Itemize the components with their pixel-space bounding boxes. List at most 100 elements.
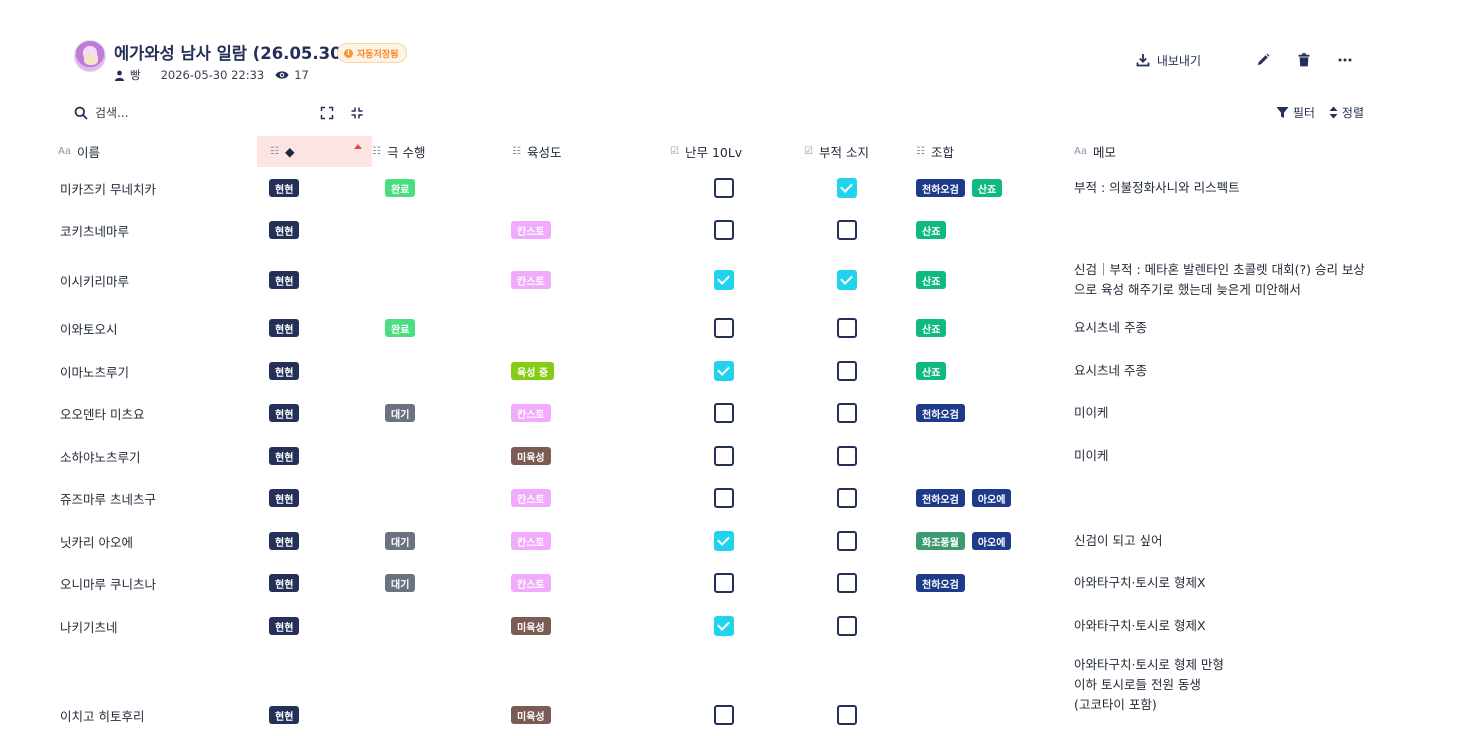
group-cell[interactable]: 천하오검 아오에 xyxy=(916,488,1018,508)
ranbu-checkbox[interactable] xyxy=(714,446,734,466)
amulet-checkbox[interactable] xyxy=(837,488,857,508)
name-cell[interactable]: 이마노츠루기 xyxy=(60,361,129,381)
memo-cell[interactable]: 아와타구치·토시로 형제X xyxy=(1074,573,1374,593)
ranbu-checkbox[interactable] xyxy=(714,573,734,593)
name-cell[interactable]: 이치고 히토후리 xyxy=(60,705,144,725)
order-cell[interactable]: 현현 xyxy=(269,531,306,551)
column-label: 이름 xyxy=(76,145,100,160)
amulet-checkbox[interactable] xyxy=(837,573,857,593)
column-header-memo[interactable]: Aa 메모 xyxy=(1074,136,1374,167)
name-cell[interactable]: 미카즈키 무네치카 xyxy=(60,178,156,198)
column-header-amulet[interactable]: ☑ 부적 소지 xyxy=(804,136,904,167)
order-cell[interactable]: 현현 xyxy=(269,318,306,338)
group-cell[interactable]: 산죠 xyxy=(916,361,953,381)
tag: 현현 xyxy=(269,221,300,239)
growth-cell[interactable]: 칸스토 xyxy=(511,270,558,290)
column-header-kiwame[interactable]: ☷ 극 수행 xyxy=(372,136,502,167)
name-cell[interactable]: 닛카리 아오에 xyxy=(60,531,133,551)
group-cell[interactable]: 천하오검 xyxy=(916,403,972,423)
memo-cell[interactable]: 신검이 되고 싶어 xyxy=(1074,531,1374,551)
growth-cell[interactable]: 칸스토 xyxy=(511,488,558,508)
growth-cell[interactable]: 미육성 xyxy=(511,616,558,636)
memo-cell[interactable]: 요시츠네 주종 xyxy=(1074,318,1374,338)
name-cell[interactable]: 쥬즈마루 츠네츠구 xyxy=(60,488,156,508)
name-cell[interactable]: 코키츠네마루 xyxy=(60,220,129,240)
column-header-name[interactable]: Aa 이름 xyxy=(58,136,248,167)
amulet-checkbox[interactable] xyxy=(837,220,857,240)
tag: 미육성 xyxy=(511,447,551,465)
amulet-checkbox[interactable] xyxy=(837,705,857,725)
order-cell[interactable]: 현현 xyxy=(269,705,306,725)
amulet-checkbox[interactable] xyxy=(837,361,857,381)
amulet-checkbox[interactable] xyxy=(837,446,857,466)
memo-cell[interactable]: 부적 : 의불정화사니와 리스펙트 xyxy=(1074,178,1374,198)
tag: 완료 xyxy=(385,179,416,197)
order-cell[interactable]: 현현 xyxy=(269,270,306,290)
column-header-ranbu[interactable]: ☑ 난무 10Lv xyxy=(670,136,790,167)
group-cell[interactable]: 화조풍월 아오에 xyxy=(916,531,1018,551)
column-header-growth[interactable]: ☷ 육성도 xyxy=(512,136,662,167)
memo-cell[interactable]: 신검｜부적 : 메타혼 발렌타인 초콜렛 대회(?) 승리 보상으로 육성 해주… xyxy=(1074,260,1374,300)
growth-cell[interactable]: 칸스토 xyxy=(511,403,558,423)
growth-cell[interactable]: 미육성 xyxy=(511,446,558,466)
growth-cell[interactable]: 칸스토 xyxy=(511,220,558,240)
order-cell[interactable]: 현현 xyxy=(269,616,306,636)
column-header-group[interactable]: ☷ 조합 xyxy=(916,136,1066,167)
kiwame-cell[interactable]: 완료 xyxy=(385,318,422,338)
order-cell[interactable]: 현현 xyxy=(269,573,306,593)
ranbu-checkbox[interactable] xyxy=(714,361,734,381)
order-cell[interactable]: 현현 xyxy=(269,361,306,381)
group-cell[interactable]: 산죠 xyxy=(916,220,953,240)
name-cell[interactable]: 이시키리마루 xyxy=(60,270,129,290)
amulet-checkbox[interactable] xyxy=(837,531,857,551)
tag: 대기 xyxy=(385,532,416,550)
name-cell[interactable]: 소하야노츠루기 xyxy=(60,446,141,466)
order-cell[interactable]: 현현 xyxy=(269,446,306,466)
kiwame-cell[interactable]: 완료 xyxy=(385,178,422,198)
memo-cell[interactable]: 아와타구치·토시로 형제 만형 이하 토시로들 전원 동생 (고코타이 포함) xyxy=(1074,655,1374,715)
amulet-checkbox[interactable] xyxy=(837,178,857,198)
name-cell[interactable]: 오오덴타 미츠요 xyxy=(60,403,144,423)
order-cell[interactable]: 현현 xyxy=(269,178,306,198)
group-cell[interactable]: 천하오검 xyxy=(916,573,972,593)
amulet-checkbox[interactable] xyxy=(837,270,857,290)
order-cell[interactable]: 현현 xyxy=(269,403,306,423)
ranbu-checkbox[interactable] xyxy=(714,531,734,551)
kiwame-cell[interactable]: 대기 xyxy=(385,403,422,423)
amulet-checkbox[interactable] xyxy=(837,616,857,636)
ranbu-checkbox[interactable] xyxy=(714,220,734,240)
column-header-order[interactable]: ☷ ◆ xyxy=(257,136,372,167)
memo-cell[interactable]: 미이케 xyxy=(1074,403,1374,423)
name-cell[interactable]: 나키기츠네 xyxy=(60,616,118,636)
ranbu-checkbox[interactable] xyxy=(714,270,734,290)
growth-cell[interactable]: 칸스토 xyxy=(511,573,558,593)
amulet-checkbox[interactable] xyxy=(837,318,857,338)
memo-cell[interactable]: 미이케 xyxy=(1074,446,1374,466)
column-label: 극 수행 xyxy=(386,145,426,160)
name-cell[interactable]: 오니마루 쿠니츠나 xyxy=(60,573,156,593)
kiwame-cell[interactable]: 대기 xyxy=(385,573,422,593)
amulet-checkbox[interactable] xyxy=(837,403,857,423)
group-cell[interactable]: 산죠 xyxy=(916,270,953,290)
kiwame-cell[interactable]: 대기 xyxy=(385,531,422,551)
growth-cell[interactable]: 미육성 xyxy=(511,705,558,725)
column-label: 육성도 xyxy=(526,145,562,160)
ranbu-checkbox[interactable] xyxy=(714,178,734,198)
order-cell[interactable]: 현현 xyxy=(269,488,306,508)
order-cell[interactable]: 현현 xyxy=(269,220,306,240)
ranbu-checkbox[interactable] xyxy=(714,705,734,725)
sort-ascending-icon[interactable] xyxy=(354,144,362,149)
ranbu-checkbox[interactable] xyxy=(714,616,734,636)
ranbu-checkbox[interactable] xyxy=(714,318,734,338)
memo-cell[interactable]: 아와타구치·토시로 형제X xyxy=(1074,616,1374,636)
name-cell[interactable]: 이와토오시 xyxy=(60,318,118,338)
tag: 산죠 xyxy=(916,319,947,337)
ranbu-checkbox[interactable] xyxy=(714,403,734,423)
growth-cell[interactable]: 육성 중 xyxy=(511,361,561,381)
group-cell[interactable]: 산죠 xyxy=(916,318,953,338)
tag: 천하오검 xyxy=(916,574,965,592)
memo-cell[interactable]: 요시츠네 주종 xyxy=(1074,361,1374,381)
growth-cell[interactable]: 칸스토 xyxy=(511,531,558,551)
group-cell[interactable]: 천하오검 산죠 xyxy=(916,178,1009,198)
ranbu-checkbox[interactable] xyxy=(714,488,734,508)
